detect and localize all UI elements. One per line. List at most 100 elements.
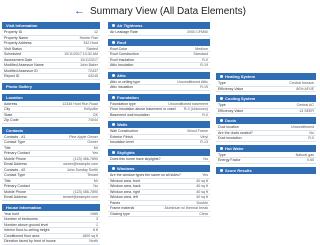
row-value: Aluminum w/ thermal break	[164, 206, 208, 210]
row-value: Tenant	[87, 173, 98, 177]
row-value: 1985	[90, 211, 98, 216]
row-label: Conditioned floor area	[4, 233, 40, 238]
row-label: Roof Insulation	[110, 57, 134, 62]
row-label: Wall Construction	[110, 129, 139, 133]
back-arrow-icon[interactable]: ←	[74, 5, 85, 17]
section-header-ducts[interactable]: Ducts	[216, 117, 316, 124]
row-value: Central furnace	[289, 81, 314, 85]
row-label: Mobile Phone	[4, 189, 26, 194]
row-label: Window area, back	[110, 184, 141, 188]
middle-column: Air Tightness Air Leakage Rate 2000 CFM50…	[108, 22, 210, 217]
row-value: 2000 CFM50	[187, 30, 208, 34]
section-header-roof[interactable]: Roof	[108, 38, 210, 46]
row-label: Contacts - #1	[4, 134, 26, 139]
row-value: Unconditioned	[291, 125, 314, 129]
row-label: Title	[4, 145, 11, 150]
row-label: Roof Construction	[110, 52, 139, 56]
page-title: Summary View (All Data Elements)	[90, 5, 246, 17]
row-label: Number of bedrooms	[4, 217, 38, 221]
section-header-photo[interactable]: Photo Gallery	[2, 82, 100, 90]
row-value: 80% AFUE	[296, 86, 314, 91]
row-label: Address	[4, 101, 18, 106]
row-value: (123) 456-7890	[73, 156, 98, 161]
row-value: 40 sq ft	[196, 195, 208, 199]
section-header-location[interactable]: Location	[2, 93, 100, 101]
contacts-rows: Contacts - #1 Pine Apple Owner Contact Typ…	[2, 135, 100, 201]
row-label: Primary Contact	[4, 184, 30, 188]
row-value: Owner	[87, 140, 98, 144]
windows-rows: Are the window types the same on all sid…	[108, 173, 210, 217]
row-label: Window area, right	[110, 189, 140, 194]
foundation-rows: Foundation type Unconditioned basement Flo…	[108, 102, 210, 118]
row-label: Efficiency Value	[218, 86, 244, 91]
row-label: Property ID	[4, 30, 23, 34]
row-label: Glazing type	[110, 211, 130, 216]
row-value: R-0	[202, 57, 208, 62]
row-value: R-0 (Unknown)	[183, 107, 208, 111]
row-value: John Baker	[79, 63, 98, 67]
row-label: Primary Contact	[4, 151, 30, 155]
row-label: Window area, left	[110, 195, 138, 199]
row-label: Type	[218, 81, 226, 85]
section-header-walls[interactable]: Walls	[108, 121, 210, 128]
attic-rows: Attic or ceiling type Unconditioned Attic…	[108, 80, 210, 91]
row-label: Title	[4, 178, 11, 183]
row-value: 12	[94, 30, 98, 34]
row-value: Pine Apple Owner	[69, 134, 98, 139]
section-header-house[interactable]: House Information	[2, 203, 100, 211]
row-label: Efficiency Value	[218, 108, 244, 113]
row-label: Number above ground level	[4, 222, 49, 227]
row-value: 1800 sq ft	[82, 233, 98, 238]
row-value: Central AC	[296, 103, 314, 107]
section-header-foundation[interactable]: Foundation	[108, 93, 210, 101]
row-label: State	[4, 112, 13, 117]
row-label: City	[4, 107, 11, 111]
section-header-visit[interactable]: Visit Information	[2, 22, 100, 29]
row-label: Are the ducts sealed?	[218, 130, 253, 135]
section-header-heating[interactable]: Heating System	[216, 73, 316, 80]
row-label: Energy Factor	[218, 158, 241, 162]
right-column: Heating System Type Central furnace Effici…	[216, 22, 316, 175]
row-value: R-19	[200, 63, 208, 67]
row-value: Clear	[199, 211, 208, 216]
row-value: owner@example.com	[63, 162, 98, 166]
row-value: Started	[86, 46, 98, 51]
row-label: Panes	[110, 200, 121, 205]
section-header-score[interactable]: Score Results	[216, 166, 316, 174]
row-label: Interior floor-to-ceiling height	[4, 228, 50, 232]
row-label: Year built	[4, 211, 19, 216]
section-header-contacts[interactable]: Contacts	[2, 126, 100, 134]
row-label: Email Address	[4, 195, 27, 199]
row-value: Wood Frame	[187, 129, 208, 133]
section-header-hotwater[interactable]: Hot Water	[216, 144, 316, 152]
row-label: Exterior Finish	[110, 134, 133, 139]
page-title-bar: ← Summary View (All Data Elements)	[0, 2, 320, 20]
row-label: Mobile Phone	[4, 156, 26, 161]
heating-rows: Type Central furnace Efficiency Value 80% A…	[216, 81, 316, 92]
row-value: Double	[196, 200, 208, 205]
row-label: Type	[218, 152, 226, 157]
row-label: Visit Status	[4, 46, 22, 51]
row-label: Type	[218, 103, 226, 107]
row-label: Zip Code	[4, 118, 19, 122]
row-label: Frame material	[110, 206, 135, 210]
row-value: 342 Hunt	[83, 41, 98, 45]
row-label: Report ID	[4, 74, 20, 78]
row-value: 40 sq ft	[196, 189, 208, 194]
row-value: 1	[96, 222, 98, 227]
section-header-attic[interactable]: Attic	[108, 71, 210, 79]
row-label: Attic or ceiling type	[110, 79, 141, 84]
row-value: Vinyl	[200, 134, 208, 139]
section-header-skylights[interactable]: Skylights	[108, 148, 210, 156]
row-label: Duct location	[218, 125, 239, 129]
visit-rows: Property ID 12 Property Name Hunter Ran Prop…	[2, 30, 100, 80]
section-header-airtight[interactable]: Air Tightness	[108, 22, 210, 29]
cooling-rows: Type Central AC Efficiency Value 13 SEER	[216, 103, 316, 114]
row-value: OK	[92, 112, 98, 117]
row-value: 10/11/2017	[80, 57, 98, 62]
row-value: Medium	[195, 46, 208, 51]
section-header-windows[interactable]: Windows	[108, 165, 210, 172]
row-value: Natural gas	[295, 152, 314, 157]
location-rows: Address 12345 Hunt Run Road City Kellyville…	[2, 102, 100, 124]
section-header-cooling[interactable]: Cooling System	[216, 95, 316, 102]
